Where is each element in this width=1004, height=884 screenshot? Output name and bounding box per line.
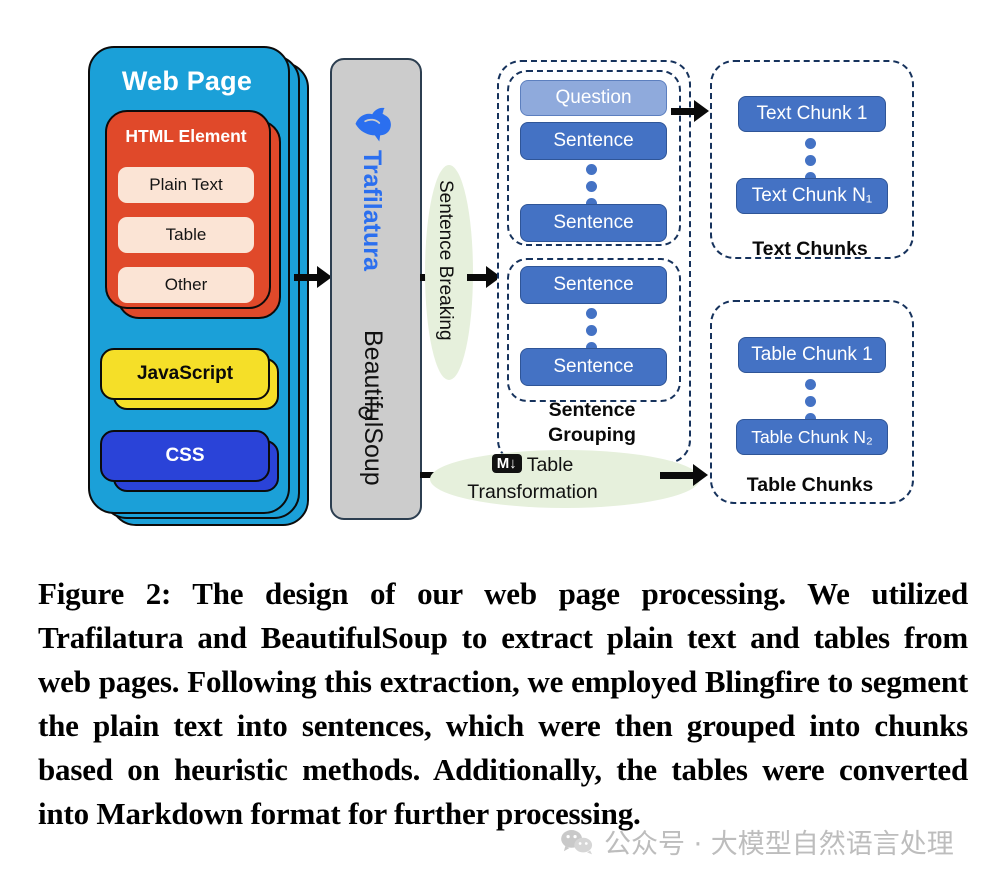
watermark: 公众号 · 大模型自然语言处理 bbox=[560, 822, 954, 861]
sentence-grouping-label-line2: Grouping bbox=[548, 424, 636, 446]
html-item-other: Other bbox=[118, 267, 254, 303]
chunk-box-sentence-1: Sentence bbox=[520, 122, 667, 160]
arrow-transform-to-tablechunks-line bbox=[660, 472, 694, 479]
table-transformation-line1: Table bbox=[526, 454, 574, 476]
text-chunk-last: Text Chunk N₁ bbox=[736, 178, 888, 214]
table-chunk-last: Table Chunk N₂ bbox=[736, 419, 888, 455]
beautifulsoup-spoon-icon bbox=[358, 396, 373, 420]
chunk-box-sentence-4: Sentence bbox=[520, 348, 667, 386]
vertical-dots-group-1 bbox=[586, 164, 600, 209]
table-transformation-label: M↓ Table Transformation bbox=[425, 452, 640, 506]
figure-diagram: Web Page HTML Element Plain Text Table O… bbox=[0, 0, 1004, 545]
arrow-breaking-to-grouping-line bbox=[467, 274, 487, 281]
sentence-grouping-label-line1: Sentence bbox=[548, 399, 636, 421]
vertical-dots-text-chunks bbox=[805, 138, 819, 183]
text-chunk-first: Text Chunk 1 bbox=[738, 96, 886, 132]
text-chunks-label: Text Chunks bbox=[752, 238, 868, 260]
trafilatura-label: Trafilatura bbox=[358, 150, 386, 271]
html-element-title: HTML Element bbox=[125, 125, 247, 146]
chunk-box-question: Question bbox=[520, 80, 667, 116]
figure-caption: Figure 2: The design of our web page pro… bbox=[38, 576, 968, 831]
watermark-text: 公众号 · 大模型自然语言处理 bbox=[604, 829, 954, 860]
web-page-title: Web Page bbox=[121, 65, 253, 96]
sentence-grouping-label: Sentence Grouping bbox=[502, 398, 682, 448]
table-chunks-label: Table Chunks bbox=[746, 474, 874, 496]
html-item-table: Table bbox=[118, 217, 254, 253]
html-item-plain-text: Plain Text bbox=[118, 167, 254, 203]
arrow-grouping-to-textchunks-line bbox=[671, 108, 695, 115]
markdown-icon: M↓ bbox=[491, 454, 522, 474]
chunk-box-sentence-2: Sentence bbox=[520, 204, 667, 242]
css-card: CSS bbox=[100, 430, 270, 482]
wechat-icon bbox=[561, 829, 593, 854]
sentence-breaking-label: Sentence Breaking bbox=[435, 180, 456, 341]
table-chunk-first: Table Chunk 1 bbox=[738, 337, 886, 373]
vertical-dots-table-chunks bbox=[805, 379, 819, 424]
arrow-transform-to-tablechunks-head bbox=[693, 464, 708, 486]
trafilatura-bird-icon bbox=[355, 107, 391, 142]
vertical-dots-group-2 bbox=[586, 308, 600, 353]
arrow-webpage-to-extractor-line bbox=[294, 274, 318, 281]
arrow-grouping-to-textchunks-head bbox=[694, 100, 709, 122]
chunk-box-sentence-3: Sentence bbox=[520, 266, 667, 304]
table-transformation-line2: Transformation bbox=[467, 481, 598, 503]
javascript-card: JavaScript bbox=[100, 348, 270, 400]
